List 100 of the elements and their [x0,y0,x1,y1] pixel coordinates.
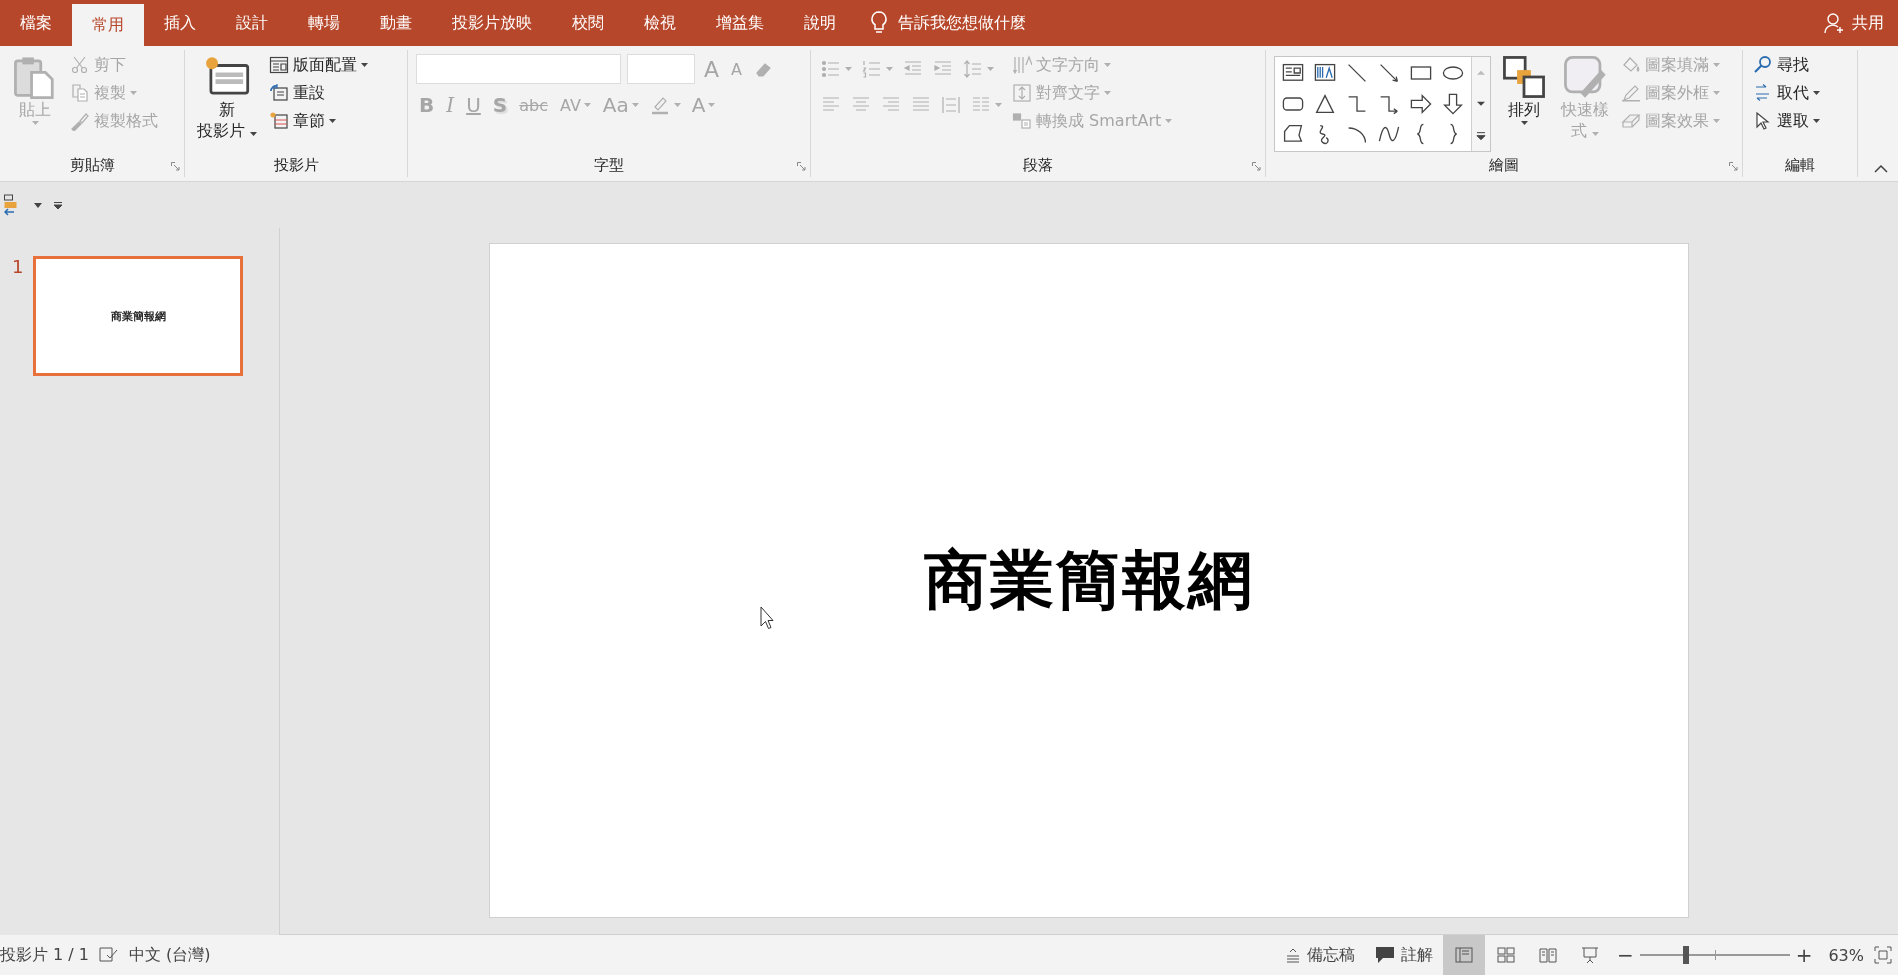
zoom-out-button[interactable]: − [1610,943,1640,967]
caret-icon [1713,63,1720,67]
caret-icon [845,67,852,71]
thumbnail-title: 商業簡報網 [110,308,166,324]
layout-button[interactable]: 版面配置 [267,52,371,78]
customize-toolbar-icon[interactable] [54,201,62,209]
collapse-ribbon-icon[interactable] [1874,165,1888,173]
group-label: 投影片 [273,155,319,175]
dialog-launcher-icon[interactable] [797,162,806,171]
caret-icon [1713,119,1720,123]
marker-icon [649,95,670,115]
caret-icon [1813,91,1820,95]
pointer-icon [1753,111,1773,131]
zoom-in-button[interactable]: + [1789,943,1819,967]
copy-icon [70,83,90,103]
caret-icon [1592,131,1600,136]
caret-icon [995,103,1002,107]
caret-icon [583,103,591,107]
ribbon-tab[interactable]: 轉場 [288,0,360,46]
ribbon-tab[interactable]: 檢視 [624,0,696,46]
caret-icon [31,120,39,125]
caret-icon [886,67,893,71]
slide-thumbnail[interactable]: 商業簡報網 [33,256,244,376]
reading-view-icon [1537,945,1558,965]
normal-view-icon [1453,945,1474,965]
group-label: 編輯 [1785,155,1815,175]
smartart-icon [1012,111,1032,131]
view-button[interactable] [1442,935,1485,975]
brush-square-icon [1562,54,1608,100]
language-label[interactable]: 中文 (台灣) [119,944,221,966]
zoom-slider-thumb[interactable] [1683,946,1690,964]
zoom-percentage[interactable]: 63% [1818,945,1874,965]
ribbon-tab[interactable]: 設計 [216,0,288,46]
slideshow-icon [1579,945,1600,965]
caret-icon [250,131,258,136]
slide-title[interactable]: 商業簡報網 [924,537,1254,624]
distribute-icon [941,95,961,115]
speech-bubble-icon [1374,946,1395,964]
ribbon-tab[interactable]: 說明 [784,0,856,46]
find-button[interactable]: 尋找 [1751,52,1822,78]
arrange-icon [1501,54,1547,100]
ribbon-tab[interactable]: 校閱 [552,0,624,46]
arrange-button[interactable]: 排列 [1497,52,1551,153]
dialog-launcher-icon[interactable] [1729,162,1738,171]
ribbon-tab[interactable]: 增益集 [696,0,784,46]
group-label: 剪貼簿 [69,155,115,175]
group-label: 繪圖 [1489,155,1519,175]
caret-icon [361,63,369,67]
group-label: 字型 [594,155,624,175]
ribbon-tab[interactable]: 動畫 [360,0,432,46]
section-button[interactable]: 章節 [267,108,371,134]
search-icon [1753,55,1773,75]
lightbulb-icon [870,11,888,35]
section-icon [269,111,290,131]
select-button[interactable]: 選取 [1751,108,1822,134]
slide-sorter-icon [1495,945,1516,965]
dialog-launcher-icon[interactable] [171,162,180,171]
caret-icon [1104,63,1111,67]
ribbon-tab[interactable]: 檔案 [0,0,72,46]
tell-me-button[interactable]: 告訴我您想做什麼 [856,0,1040,46]
caret-icon [130,91,137,95]
caret-icon [1813,119,1820,123]
caret-icon [673,103,681,107]
person-add-icon [1824,12,1846,34]
caret-icon [708,103,716,107]
numbered-list-icon [862,59,882,79]
comments-button[interactable]: 註解 [1364,944,1443,966]
slide-counter: 投影片 1 / 1 [0,944,90,966]
layout-icon [269,55,290,75]
reset-icon [269,83,290,103]
mouse-pointer-icon [760,606,774,630]
reset-button[interactable]: 重設 [267,80,371,106]
slide-number: 1 [12,256,24,279]
dialog-launcher-icon[interactable] [1252,162,1261,171]
replace-button[interactable]: 取代 [1751,80,1822,106]
group-label: 段落 [1023,155,1053,175]
caret-icon [329,119,337,123]
align-text-icon [1012,83,1032,103]
ribbon-tab[interactable]: 常用 [72,4,144,46]
notes-button[interactable]: 備忘稿 [1274,944,1365,966]
new-slide-button[interactable]: 新 投影片 [193,52,262,153]
brush-icon [70,111,90,131]
notes-icon [1284,947,1301,963]
caret-icon [1165,119,1173,123]
caret-icon [1104,91,1111,95]
caret-icon[interactable] [34,202,42,208]
shape-effects-icon [1621,111,1641,131]
fit-to-window-icon[interactable] [1874,946,1892,964]
ribbon-tab[interactable]: 投影片放映 [432,0,552,46]
caret-icon [987,67,994,71]
scissors-icon [70,55,90,75]
ribbon-tab[interactable]: 插入 [144,0,216,46]
line-spacing-icon [963,59,983,79]
share-button[interactable]: 共用 [1810,0,1898,46]
bullet-list-icon [821,59,841,79]
caret-icon [1520,120,1528,125]
text-direction-icon [1012,55,1032,75]
spell-check-icon[interactable] [99,946,119,964]
down-arrow-icon[interactable] [1441,91,1465,116]
caret-icon [1713,91,1720,95]
